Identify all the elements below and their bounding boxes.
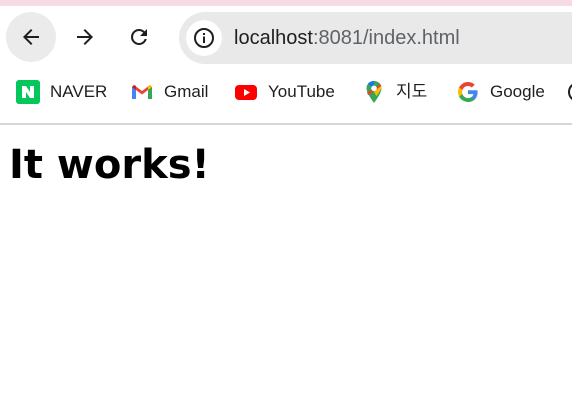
- gmail-icon: [130, 80, 154, 104]
- browser-toolbar: localhost:8081/index.html: [0, 6, 572, 64]
- site-info-button[interactable]: [186, 20, 222, 56]
- bookmark-label: YouTube: [268, 82, 335, 101]
- url-host: localhost: [234, 27, 313, 49]
- url-path: :8081/index.html: [312, 27, 460, 49]
- youtube-icon: [234, 80, 258, 104]
- bookmark-label: Google: [490, 82, 545, 101]
- reload-icon: [131, 29, 147, 45]
- bookmark-label: 지도: [396, 82, 428, 101]
- page-content: It works!: [0, 125, 572, 407]
- forward-button[interactable]: [60, 12, 110, 62]
- info-icon: [194, 28, 214, 48]
- naver-icon: [16, 80, 40, 104]
- bookmark-icon: [566, 80, 572, 104]
- bookmarks-bar: NAVER Gmail YouTube 지도 Google: [0, 69, 572, 115]
- bookmark-label: Gmail: [164, 82, 209, 101]
- bookmark-naver[interactable]: NAVER: [16, 80, 107, 104]
- back-button[interactable]: [6, 12, 56, 62]
- bookmark-youtube[interactable]: YouTube: [234, 80, 335, 104]
- maps-icon: [362, 80, 386, 104]
- bookmark-maps[interactable]: 지도: [362, 80, 427, 104]
- url-text[interactable]: localhost:8081/index.html: [234, 25, 460, 51]
- page-heading: It works!: [9, 142, 210, 188]
- bookmark-overflow-partial[interactable]: [566, 80, 572, 104]
- bookmark-gmail[interactable]: Gmail: [130, 80, 208, 104]
- bookmark-label: NAVER: [50, 82, 108, 101]
- bookmark-google[interactable]: Google: [456, 80, 545, 104]
- arrow-left-icon: [23, 29, 39, 45]
- google-icon: [456, 80, 480, 104]
- arrow-right-icon: [77, 29, 93, 45]
- reload-button[interactable]: [114, 12, 164, 62]
- address-bar[interactable]: localhost:8081/index.html: [179, 12, 572, 64]
